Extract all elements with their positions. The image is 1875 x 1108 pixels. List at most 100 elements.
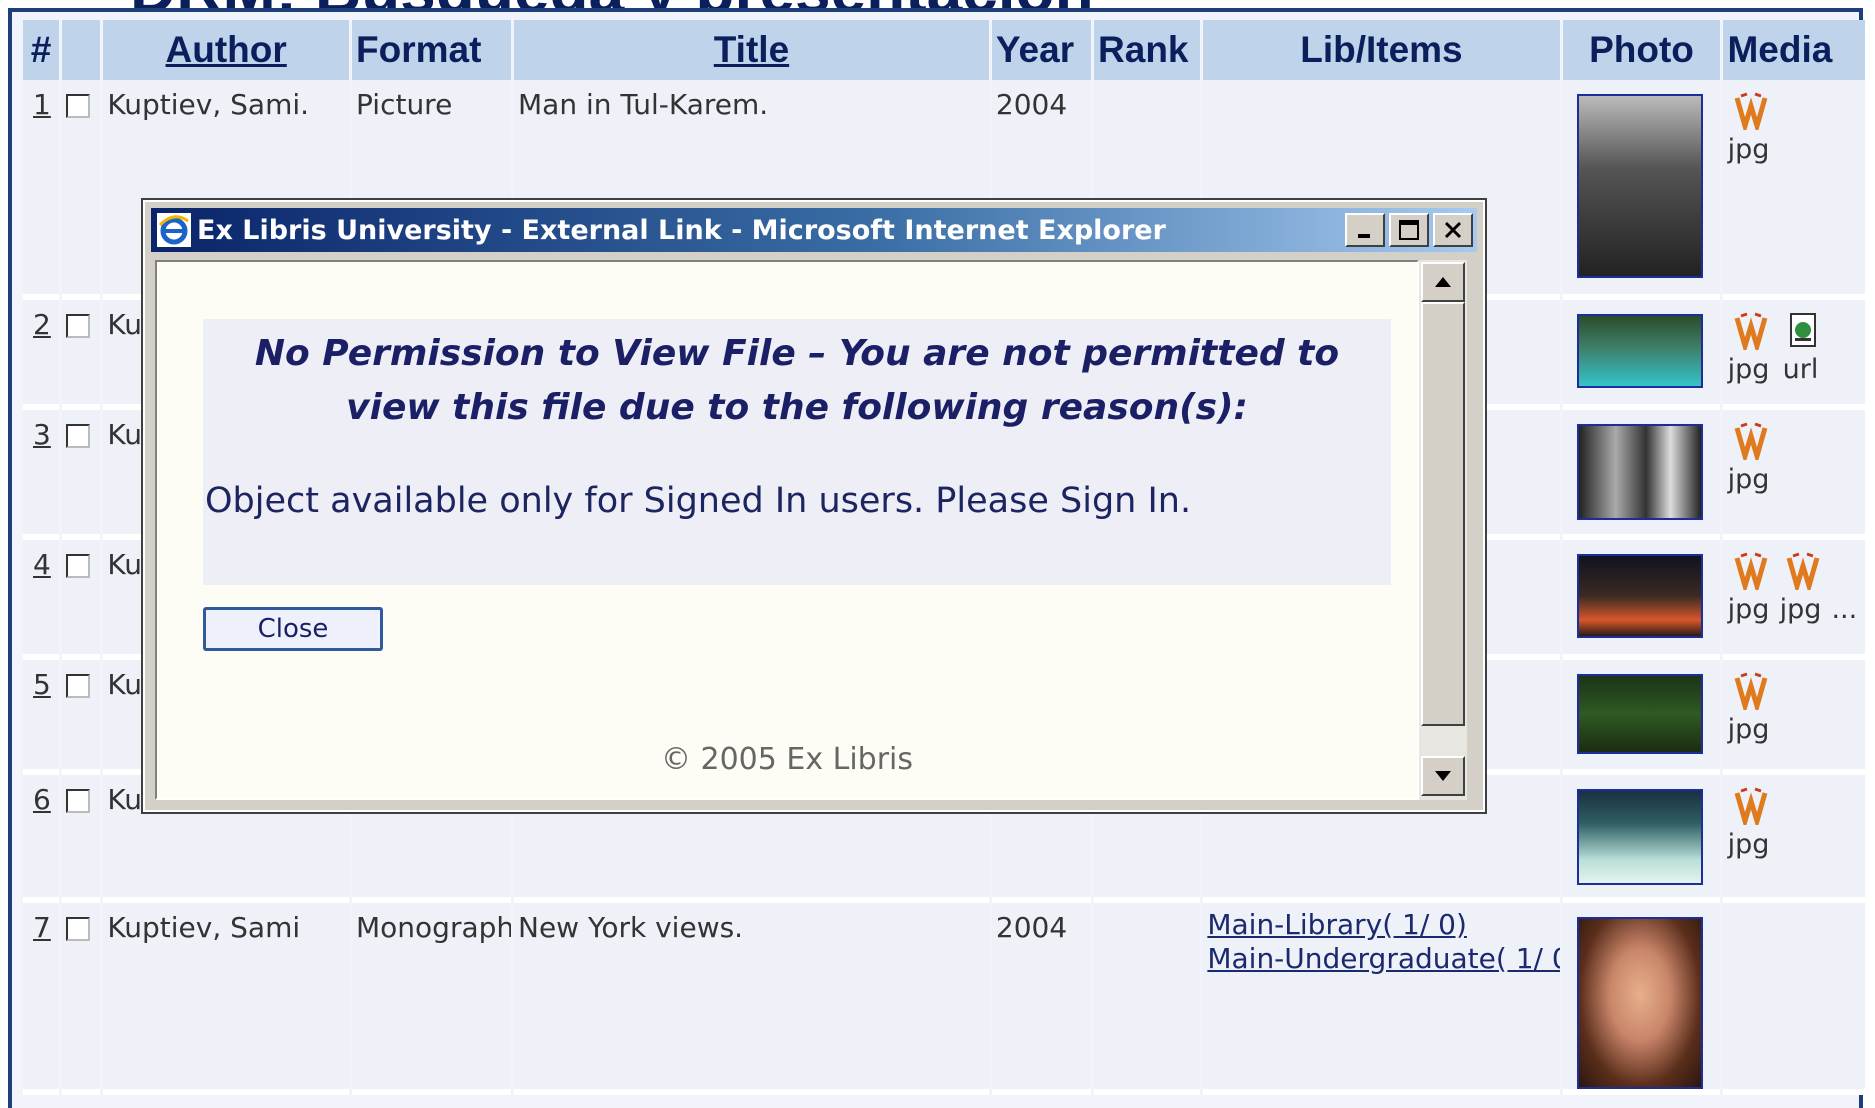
media-item[interactable]: jpg [1727, 308, 1769, 385]
close-icon [1444, 221, 1462, 239]
select-checkbox[interactable] [66, 554, 91, 578]
media-item[interactable]: url [1779, 308, 1821, 385]
media-item[interactable]: jpg [1727, 668, 1769, 745]
record-number-link[interactable]: 5 [27, 668, 51, 701]
cell-select [62, 300, 101, 410]
record-number-link[interactable]: 2 [27, 308, 51, 341]
photo-thumbnail[interactable] [1576, 94, 1703, 278]
media-item[interactable]: jpg [1779, 548, 1821, 625]
media-type-label: jpg [1727, 829, 1770, 860]
media-type-label: jpg [1727, 594, 1770, 625]
author-text: Kuptiev, Sami [107, 911, 301, 944]
select-checkbox[interactable] [66, 789, 91, 813]
cell-format: Monograph [352, 903, 511, 1095]
cell-media [1723, 903, 1865, 1095]
close-button[interactable]: Close [203, 607, 383, 651]
library-link[interactable]: Main-Undergraduate( 1/ 0) [1207, 939, 1559, 979]
external-link-dialog: Ex Libris University - External Link - M… [141, 198, 1487, 814]
record-number-link[interactable]: 6 [27, 783, 51, 816]
photo-thumbnail[interactable] [1576, 674, 1703, 754]
cell-media: jpg [1723, 660, 1865, 775]
media-item[interactable]: jpg [1727, 418, 1769, 495]
cell-photo [1562, 410, 1721, 540]
title-text: New York views. [518, 911, 744, 944]
cell-number: 2 [23, 300, 60, 410]
photo-thumbnail[interactable] [1576, 554, 1703, 638]
cell-photo [1562, 80, 1721, 300]
col-header-number: # [23, 20, 60, 80]
dialog-content: No Permission to View File – You are not… [155, 260, 1419, 800]
col-header-lib-items: Lib/Items [1203, 20, 1560, 80]
cell-lib-items: Main-Library( 1/ 0) Main-Undergraduate( 1… [1203, 903, 1560, 1095]
format-text: Monograph [356, 911, 511, 944]
media-type-label: jpg [1727, 134, 1770, 165]
notice-message: Object available only for Signed In user… [205, 481, 1192, 521]
cell-number: 4 [23, 540, 60, 660]
author-text: Kuptiev, Sami. [107, 88, 310, 121]
scroll-down-button[interactable] [1421, 756, 1465, 796]
col-header-rank: Rank [1094, 20, 1201, 80]
media-type-label: ... [1831, 594, 1858, 625]
col-header-title[interactable]: Title [514, 20, 989, 80]
select-checkbox[interactable] [66, 674, 91, 698]
author-text: Ku [107, 783, 143, 816]
cell-select [62, 80, 101, 300]
cell-photo [1562, 300, 1721, 410]
select-checkbox[interactable] [66, 424, 91, 448]
media-file-icon [1735, 552, 1768, 590]
col-header-select [62, 20, 101, 80]
select-checkbox[interactable] [66, 94, 91, 118]
media-file-icon [1735, 422, 1768, 460]
scrollbar-thumb[interactable] [1421, 302, 1465, 726]
dialog-title: Ex Libris University - External Link - M… [197, 214, 1166, 246]
cell-media: jpg [1723, 410, 1865, 540]
cell-select [62, 775, 101, 903]
col-header-format: Format [352, 20, 511, 80]
year-text: 2004 [995, 911, 1068, 944]
record-number-link[interactable]: 3 [27, 418, 51, 451]
author-text: Ku [107, 548, 143, 581]
photo-thumbnail[interactable] [1576, 917, 1703, 1089]
vertical-scrollbar[interactable] [1419, 260, 1467, 800]
select-checkbox[interactable] [66, 314, 91, 338]
record-number-link[interactable]: 4 [27, 548, 51, 581]
minimize-icon [1358, 234, 1370, 238]
select-checkbox[interactable] [66, 917, 91, 941]
ie-logo-icon [157, 213, 191, 247]
author-text: Ku [107, 668, 143, 701]
photo-thumbnail[interactable] [1576, 789, 1703, 885]
cell-number: 6 [23, 775, 60, 903]
record-number-link[interactable]: 7 [27, 911, 51, 944]
year-text: 2004 [995, 88, 1068, 121]
media-item[interactable]: jpg [1727, 548, 1769, 625]
maximize-icon [1399, 220, 1419, 240]
cell-select [62, 410, 101, 540]
cell-media: jpg jpg... [1723, 540, 1865, 660]
photo-thumbnail[interactable] [1576, 424, 1703, 520]
dialog-titlebar[interactable]: Ex Libris University - External Link - M… [151, 208, 1477, 252]
notice-title: No Permission to View File – You are not… [254, 333, 1340, 428]
close-window-button[interactable] [1433, 213, 1473, 247]
cell-number: 1 [23, 80, 60, 300]
copyright-text: © 2005 Ex Libris [660, 742, 914, 777]
media-type-label: jpg [1727, 464, 1770, 495]
cell-select [62, 540, 101, 660]
cell-author: Kuptiev, Sami [103, 903, 350, 1095]
cell-media: jpg [1723, 80, 1865, 300]
media-item[interactable]: jpg [1727, 783, 1769, 860]
photo-thumbnail[interactable] [1576, 314, 1703, 388]
minimize-button[interactable] [1345, 213, 1385, 247]
maximize-button[interactable] [1389, 213, 1429, 247]
cell-select [62, 660, 101, 775]
cell-photo [1562, 660, 1721, 775]
cell-photo [1562, 775, 1721, 903]
media-type-label: jpg [1727, 714, 1770, 745]
record-number-link[interactable]: 1 [27, 88, 51, 121]
media-item[interactable]: ... [1831, 548, 1857, 625]
col-header-author[interactable]: Author [103, 20, 350, 80]
media-item[interactable]: jpg [1727, 88, 1769, 165]
scroll-up-button[interactable] [1421, 262, 1465, 302]
cell-photo [1562, 903, 1721, 1095]
media-type-label: url [1782, 354, 1819, 385]
col-header-media: Media [1723, 20, 1865, 80]
